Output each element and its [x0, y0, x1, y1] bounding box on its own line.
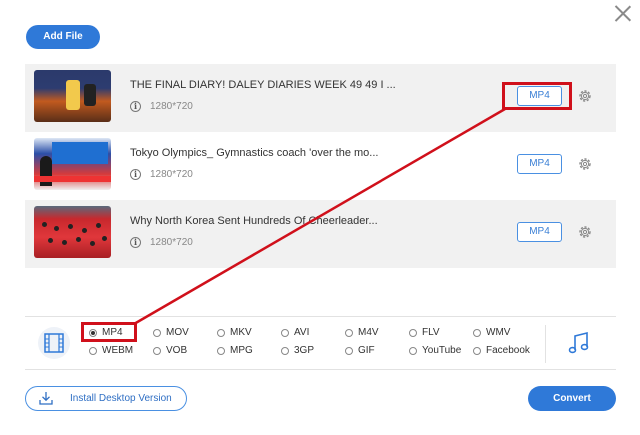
output-format-button[interactable]: MP4: [517, 154, 562, 174]
format-option-gif[interactable]: GIF: [345, 345, 409, 356]
format-option-mov[interactable]: MOV: [153, 327, 217, 338]
download-icon: [39, 392, 53, 405]
format-option-avi[interactable]: AVI: [281, 327, 345, 338]
file-resolution: 1280*720: [150, 101, 193, 112]
file-title: Tokyo Olympics_ Gymnastics coach 'over t…: [130, 147, 379, 159]
output-format-button[interactable]: MP4: [517, 222, 562, 242]
format-option-3gp[interactable]: 3GP: [281, 345, 345, 356]
gear-icon[interactable]: [577, 224, 593, 240]
file-resolution: 1280*720: [150, 237, 193, 248]
file-row: Tokyo Olympics_ Gymnastics coach 'over t…: [25, 132, 616, 200]
radio-button[interactable]: [409, 328, 417, 337]
divider: [545, 325, 546, 363]
radio-button[interactable]: [473, 346, 481, 355]
install-desktop-button[interactable]: Install Desktop Version: [25, 386, 187, 411]
format-option-mpg[interactable]: MPG: [217, 345, 281, 356]
file-title: Why North Korea Sent Hundreds Of Cheerle…: [130, 215, 378, 227]
format-option-flv[interactable]: FLV: [409, 327, 473, 338]
gear-icon[interactable]: [577, 88, 593, 104]
install-label: Install Desktop Version: [70, 393, 172, 404]
format-option-facebook[interactable]: Facebook: [473, 345, 537, 356]
radio-button[interactable]: [281, 328, 289, 337]
music-note-icon[interactable]: [566, 330, 592, 356]
format-option-vob[interactable]: VOB: [153, 345, 217, 356]
film-icon[interactable]: [38, 327, 70, 359]
radio-button[interactable]: [153, 328, 161, 337]
format-option-wmv[interactable]: WMV: [473, 327, 537, 338]
format-option-youtube[interactable]: YouTube: [409, 345, 473, 356]
radio-button[interactable]: [281, 346, 289, 355]
video-thumbnail: [34, 138, 111, 190]
radio-button[interactable]: [345, 346, 353, 355]
format-option-m4v[interactable]: M4V: [345, 327, 409, 338]
radio-button[interactable]: [217, 328, 225, 337]
file-title: THE FINAL DIARY! DALEY DIARIES WEEK 49 4…: [130, 79, 396, 91]
add-file-button[interactable]: Add File: [26, 25, 100, 49]
file-row: Why North Korea Sent Hundreds Of Cheerle…: [25, 200, 616, 268]
convert-button[interactable]: Convert: [528, 386, 616, 411]
info-icon[interactable]: i: [130, 169, 141, 180]
format-option-webm[interactable]: WEBM: [89, 345, 153, 356]
format-options: MP4 MOV MKV AVI M4V FLV WMV WEBM VOB MPG…: [89, 327, 537, 356]
radio-button[interactable]: [345, 328, 353, 337]
radio-button[interactable]: [153, 346, 161, 355]
info-icon[interactable]: i: [130, 237, 141, 248]
highlight-box-format-button: [502, 82, 572, 110]
radio-button[interactable]: [89, 346, 97, 355]
info-icon[interactable]: i: [130, 101, 141, 112]
video-thumbnail: [34, 70, 111, 122]
format-option-mkv[interactable]: MKV: [217, 327, 281, 338]
radio-button[interactable]: [217, 346, 225, 355]
file-resolution: 1280*720: [150, 169, 193, 180]
video-thumbnail: [34, 206, 111, 258]
close-icon[interactable]: [614, 4, 632, 22]
radio-button[interactable]: [473, 328, 481, 337]
gear-icon[interactable]: [577, 156, 593, 172]
highlight-box-mp4-option: [81, 322, 137, 342]
radio-button[interactable]: [409, 346, 417, 355]
